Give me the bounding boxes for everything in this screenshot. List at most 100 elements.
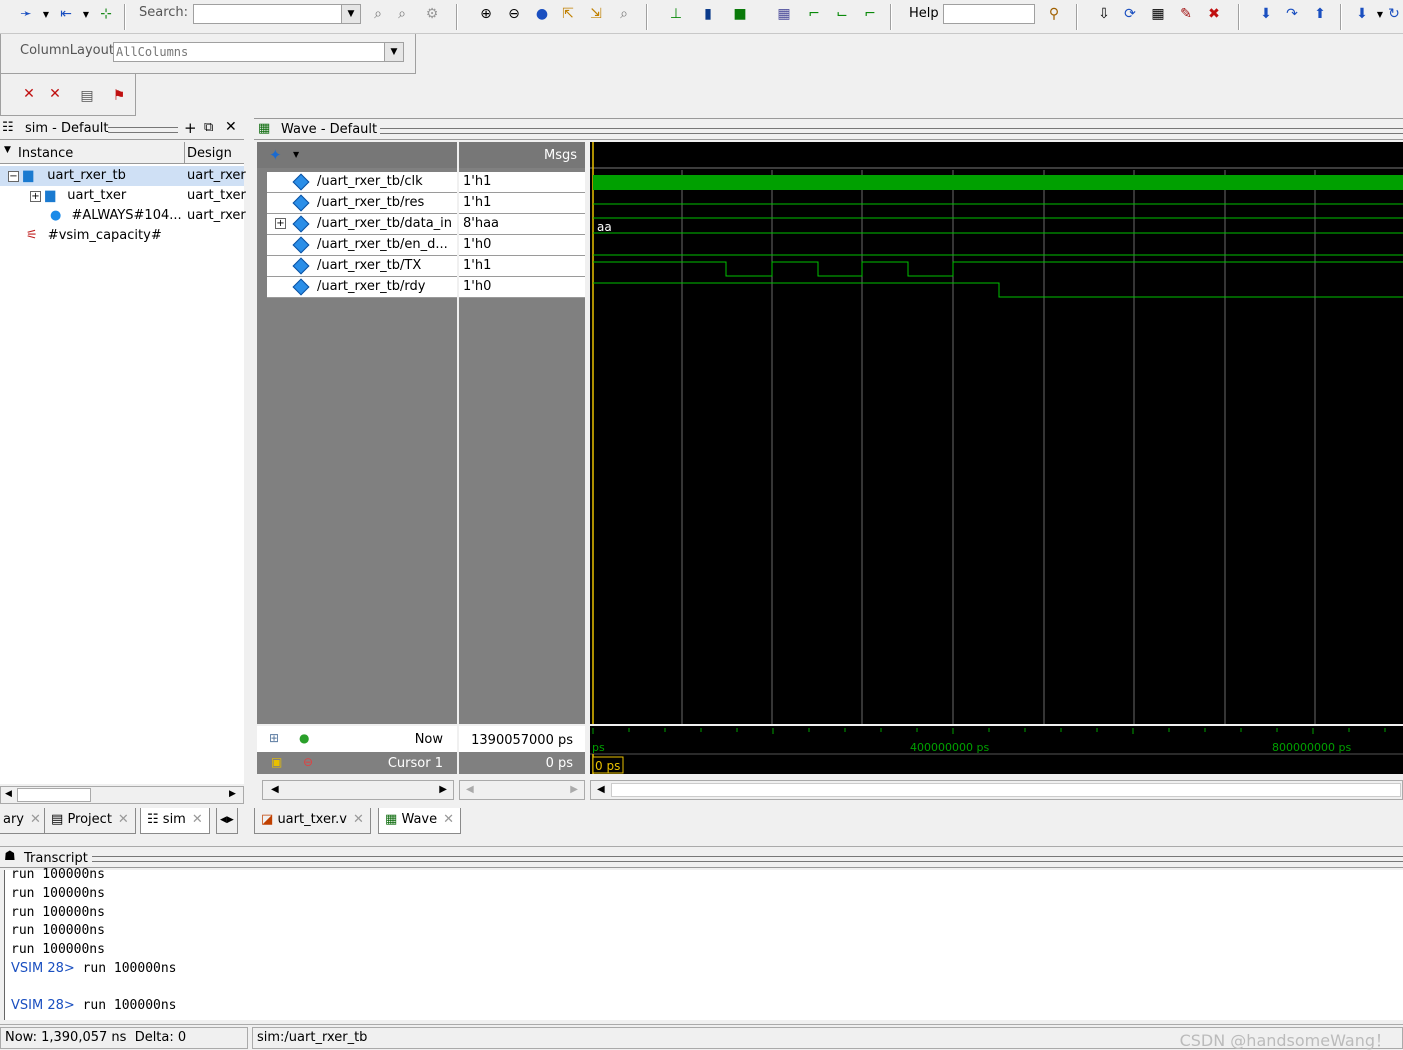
add-cursor-icon[interactable]: ⊞ bbox=[269, 731, 279, 745]
scroll-left-icon[interactable]: ◀ bbox=[271, 784, 279, 795]
close-icon[interactable]: ✕ bbox=[225, 119, 237, 135]
chevron-down-icon[interactable]: ▼ bbox=[76, 4, 96, 24]
dock-icon[interactable]: + bbox=[184, 119, 197, 137]
signal-row[interactable]: + /uart_rxer_tb/data_in bbox=[267, 214, 457, 235]
scroll-left-icon[interactable]: ◀ bbox=[5, 789, 12, 799]
expand-all-icon[interactable]: ✕ bbox=[45, 84, 65, 104]
tab-sim[interactable]: ☷ sim ✕ bbox=[140, 808, 210, 834]
simulate-icon[interactable]: ⟳ bbox=[1120, 4, 1140, 24]
panel-grip[interactable] bbox=[92, 856, 1403, 862]
tree-label: #ALWAYS#104... bbox=[71, 208, 182, 223]
panel-grip[interactable] bbox=[108, 127, 178, 133]
undock-icon[interactable]: ⧉ bbox=[204, 120, 213, 135]
close-icon[interactable]: ✕ bbox=[118, 812, 129, 827]
zoom-last-icon[interactable]: ⌕ bbox=[614, 4, 634, 24]
step-icon[interactable]: ⬇ bbox=[1256, 4, 1276, 24]
add-wave-icon[interactable]: ✦ bbox=[269, 146, 282, 164]
help-input[interactable] bbox=[943, 4, 1035, 24]
panel-grip[interactable] bbox=[380, 128, 1403, 134]
signal-row[interactable]: /uart_rxer_tb/res bbox=[267, 193, 457, 214]
sort-icon[interactable]: ▼ bbox=[4, 145, 11, 155]
find-icon[interactable]: ⌕ bbox=[368, 4, 388, 24]
tree-row-uart-rxer-tb[interactable]: − ▆ uart_rxer_tb bbox=[8, 166, 126, 186]
column-divider[interactable] bbox=[184, 142, 185, 164]
filter-icon[interactable]: ⚑ bbox=[109, 86, 129, 106]
edge-rise-icon[interactable]: ⌐ bbox=[804, 4, 824, 24]
tab-uart-txer-v[interactable]: ◪ uart_txer.v ✕ bbox=[254, 808, 371, 834]
step-into-icon[interactable]: ➛ bbox=[16, 4, 36, 24]
close-icon[interactable]: ✕ bbox=[443, 812, 454, 827]
end-simulation-icon[interactable]: ✖ bbox=[1204, 4, 1224, 24]
zoom-in-icon[interactable]: ⊕ bbox=[476, 4, 496, 24]
signal-hscrollbar[interactable]: ◀ ▶ bbox=[262, 780, 454, 800]
wave-icon: ▦ bbox=[258, 121, 271, 136]
wave-clk[interactable] bbox=[593, 175, 1403, 190]
signal-row[interactable]: /uart_rxer_tb/clk bbox=[267, 172, 457, 193]
tree-row-vsim-capacity[interactable]: ⚟ #vsim_capacity# bbox=[26, 226, 162, 246]
scroll-left-icon[interactable]: ◀ bbox=[597, 784, 605, 795]
cursor-row[interactable]: ▣ ⊖ Cursor 1 bbox=[257, 752, 457, 774]
search-dropdown-button[interactable]: ▼ bbox=[341, 4, 361, 24]
lock-icon[interactable]: ▣ bbox=[271, 755, 282, 769]
restart-icon[interactable]: ↻ bbox=[1384, 4, 1403, 24]
scroll-left-icon[interactable]: ◀ bbox=[466, 784, 474, 795]
wave-fill-icon[interactable]: ■ bbox=[730, 4, 750, 24]
step-up-icon[interactable]: ⬆ bbox=[1310, 4, 1330, 24]
signal-row[interactable]: /uart_rxer_tb/en_d... bbox=[267, 235, 457, 256]
column-instance[interactable]: Instance bbox=[18, 146, 73, 161]
break-icon[interactable]: ✎ bbox=[1176, 4, 1196, 24]
signal-row[interactable]: /uart_rxer_tb/TX bbox=[267, 256, 457, 277]
memory-icon[interactable]: ▦ bbox=[1148, 4, 1168, 24]
grid-icon[interactable]: ▦ bbox=[774, 4, 794, 24]
zoom-range-icon[interactable]: ⇲ bbox=[586, 4, 606, 24]
tree-expander[interactable]: − bbox=[8, 171, 19, 182]
close-icon[interactable]: ✕ bbox=[192, 812, 203, 827]
zoom-cursor-icon[interactable]: ⇱ bbox=[558, 4, 578, 24]
run-icon[interactable]: ⬇ bbox=[1352, 4, 1372, 24]
scroll-right-icon[interactable]: ▶ bbox=[229, 789, 236, 799]
tab-wave[interactable]: ▦ Wave ✕ bbox=[378, 808, 462, 834]
chevron-down-icon[interactable]: ▼ bbox=[293, 150, 299, 159]
column-layout-dropdown-button[interactable]: ▼ bbox=[384, 42, 404, 62]
hierarchy-icon[interactable]: ⊹ bbox=[96, 4, 116, 24]
help-search-icon[interactable]: ⚲ bbox=[1044, 4, 1064, 24]
tab-library[interactable]: ary ✕ bbox=[0, 808, 48, 834]
signal-expander[interactable]: + bbox=[275, 218, 286, 229]
wave-hscrollbar[interactable]: ◀ bbox=[590, 780, 1403, 800]
zoom-out-icon[interactable]: ⊖ bbox=[504, 4, 524, 24]
tab-scroll-arrows[interactable]: ◀▶ bbox=[216, 808, 238, 834]
close-icon[interactable]: ✕ bbox=[30, 812, 41, 827]
insert-cursor-icon[interactable]: ⊥ bbox=[666, 4, 686, 24]
close-icon[interactable]: ✕ bbox=[353, 812, 364, 827]
transcript-body[interactable]: run 100000ns run 100000ns run 100000ns r… bbox=[4, 867, 1403, 1020]
delete-cursor-icon[interactable]: ⊖ bbox=[303, 755, 313, 769]
sim-hscrollbar[interactable]: ◀ ▶ bbox=[0, 786, 244, 804]
value-hscrollbar[interactable]: ◀ ▶ bbox=[459, 780, 585, 800]
time-ruler[interactable]: ps 400000000 ps 800000000 ps 0 ps bbox=[590, 726, 1403, 774]
scroll-thumb[interactable] bbox=[17, 788, 91, 802]
compile-icon[interactable]: ⇩ bbox=[1094, 4, 1114, 24]
signal-row[interactable]: /uart_rxer_tb/rdy bbox=[267, 277, 457, 298]
zoom-full-icon[interactable]: ● bbox=[532, 4, 552, 24]
add-icon[interactable]: ● bbox=[299, 731, 309, 745]
find-options-icon[interactable]: ⚙ bbox=[422, 4, 442, 24]
tree-expander[interactable]: + bbox=[30, 191, 41, 202]
tree-row-always[interactable]: ● #ALWAYS#104... bbox=[50, 206, 182, 226]
scroll-thumb[interactable] bbox=[611, 783, 1401, 797]
column-layout-select[interactable]: AllColumns bbox=[113, 42, 385, 62]
edge-fall-icon[interactable]: ⌙ bbox=[832, 4, 852, 24]
search-input[interactable] bbox=[193, 4, 343, 24]
find-next-icon[interactable]: ⌕ bbox=[392, 4, 412, 24]
wave-style-icon[interactable]: ▮ bbox=[698, 4, 718, 24]
tree-row-uart-txer[interactable]: + ▆ uart_txer bbox=[30, 186, 126, 206]
step-over-icon[interactable]: ↷ bbox=[1282, 4, 1302, 24]
step-out-icon[interactable]: ⇤ bbox=[56, 4, 76, 24]
collapse-all-icon[interactable]: ✕ bbox=[19, 84, 39, 104]
document-icon[interactable]: ▤ bbox=[77, 86, 97, 106]
edge-any-icon[interactable]: ⌐ bbox=[860, 4, 880, 24]
scroll-right-icon[interactable]: ▶ bbox=[439, 784, 447, 795]
waveform-canvas[interactable]: aa bbox=[590, 142, 1403, 724]
tab-project[interactable]: ▤ Project ✕ bbox=[44, 808, 136, 834]
chevron-down-icon[interactable]: ▼ bbox=[36, 4, 56, 24]
scroll-right-icon[interactable]: ▶ bbox=[570, 784, 578, 795]
